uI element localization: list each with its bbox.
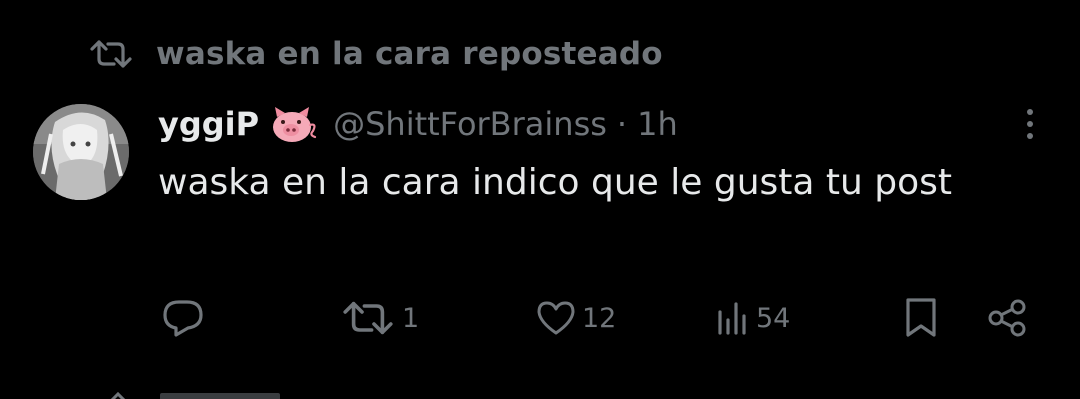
- views-count: 54: [756, 302, 791, 334]
- author-handle[interactable]: @ShittForBrainss: [333, 105, 607, 143]
- next-post-cutoff: [100, 388, 400, 399]
- heart-icon: [537, 301, 575, 335]
- repost-count: 1: [402, 302, 420, 334]
- tweet-text: waska en la cara indico que le gusta tu …: [158, 162, 953, 203]
- tweet-header: yggiP @ShittForBrainss · 1h: [158, 100, 678, 148]
- reply-icon: [163, 300, 203, 337]
- author-display-name[interactable]: yggiP: [158, 105, 259, 143]
- repost-icon: [343, 301, 393, 335]
- bookmark-icon: [906, 298, 936, 337]
- share-button[interactable]: [985, 296, 1029, 340]
- avatar[interactable]: [33, 104, 129, 200]
- bookmark-button[interactable]: [903, 296, 939, 340]
- avatar-image: [33, 104, 129, 200]
- share-icon: [988, 299, 1026, 337]
- reply-button[interactable]: [162, 296, 204, 340]
- like-count: 12: [582, 302, 617, 334]
- repost-icon: [90, 40, 132, 68]
- separator-dot: ·: [616, 105, 628, 143]
- like-button[interactable]: 12: [536, 296, 616, 340]
- repost-banner[interactable]: waska en la cara reposteado: [90, 32, 663, 76]
- repost-banner-text: waska en la cara reposteado: [156, 36, 663, 72]
- views-button[interactable]: 54: [714, 296, 790, 340]
- repost-button[interactable]: 1: [340, 296, 419, 340]
- pig-face-emoji-icon: [273, 107, 317, 142]
- tweet-timestamp[interactable]: 1h: [637, 105, 678, 143]
- views-icon: [718, 302, 746, 335]
- more-options-icon[interactable]: [1018, 104, 1042, 144]
